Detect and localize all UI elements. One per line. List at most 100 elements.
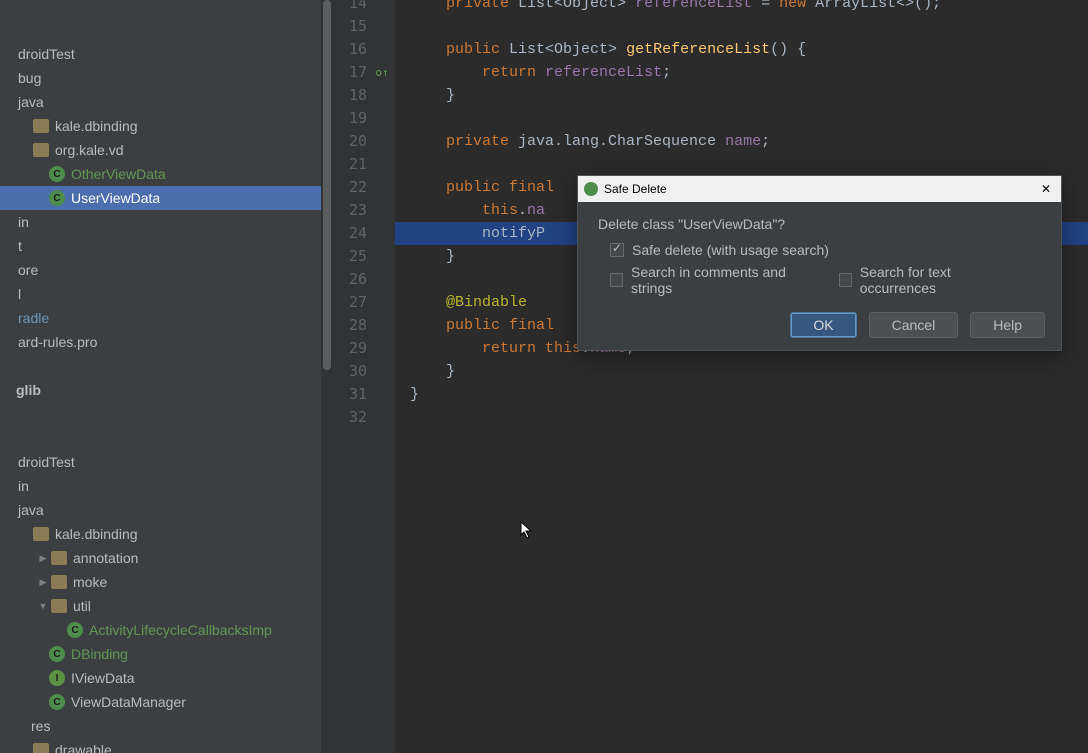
dialog-title-bar[interactable]: Safe Delete ✕ — [578, 176, 1061, 202]
gutter-line-23[interactable]: 23 — [333, 199, 395, 222]
sidebar-item-java[interactable]: java — [0, 90, 333, 114]
sidebar-item-UserViewData[interactable]: CUserViewData — [0, 186, 333, 210]
search-comments-label: Search in comments and strings — [631, 264, 815, 296]
gutter-line-27[interactable]: 27 — [333, 291, 395, 314]
package-icon — [33, 743, 49, 753]
sidebar-item-label: res — [31, 718, 50, 734]
dialog-message: Delete class "UserViewData"? — [598, 216, 1041, 232]
code-line[interactable] — [395, 153, 1088, 176]
sidebar-item-label: kale.dbinding — [55, 118, 138, 134]
sidebar-item-label: drawable — [55, 742, 112, 753]
cancel-button[interactable]: Cancel — [869, 312, 959, 338]
sidebar-item-label: IViewData — [71, 670, 135, 686]
dialog-title: Safe Delete — [604, 182, 667, 196]
sidebar-item-radle[interactable]: radle — [0, 306, 333, 330]
code-line[interactable]: } — [395, 360, 1088, 383]
sidebar-item-ore[interactable]: ore — [0, 258, 333, 282]
sidebar-item-label: java — [18, 94, 44, 110]
sidebar-item-in[interactable]: in — [0, 474, 333, 498]
override-marker-icon[interactable]: o↑ — [375, 65, 389, 79]
sidebar-item-label: droidTest — [18, 46, 75, 62]
gutter-line-31[interactable]: 31 — [333, 383, 395, 406]
sidebar-item-drawable[interactable]: drawable — [0, 738, 333, 753]
gutter-line-16[interactable]: 16 — [333, 38, 395, 61]
gutter-line-29[interactable]: 29 — [333, 337, 395, 360]
gutter-line-32[interactable]: 32 — [333, 406, 395, 429]
sidebar-item-gap — [0, 402, 333, 426]
gutter-line-19[interactable]: 19 — [333, 107, 395, 130]
sidebar-item-label: in — [18, 214, 29, 230]
sidebar-item-label: glib — [16, 382, 41, 398]
sidebar-item-gap — [0, 426, 333, 450]
code-line[interactable]: return referenceList; — [395, 61, 1088, 84]
expand-icon[interactable]: ▶ — [35, 553, 51, 564]
gutter-line-30[interactable]: 30 — [333, 360, 395, 383]
search-comments-checkbox[interactable] — [610, 273, 623, 287]
gutter-line-26[interactable]: 26 — [333, 268, 395, 291]
app-icon — [584, 182, 598, 196]
sidebar-item-label: OtherViewData — [71, 166, 166, 182]
safe-delete-checkbox[interactable] — [610, 243, 624, 257]
code-editor[interactable]: private List<Object> referenceList = new… — [395, 0, 1088, 753]
class-icon: C — [49, 646, 65, 662]
gutter-line-17[interactable]: 17o↑ — [333, 61, 395, 84]
sidebar-item-res[interactable]: res — [0, 714, 333, 738]
code-line[interactable]: public List<Object> getReferenceList() { — [395, 38, 1088, 61]
sidebar-item-bug[interactable]: bug — [0, 66, 333, 90]
sidebar-item-IViewData[interactable]: IIViewData — [0, 666, 333, 690]
gutter-line-24[interactable]: 24 — [333, 222, 395, 245]
sidebar-item-in[interactable]: in — [0, 210, 333, 234]
sidebar-item-util[interactable]: ▼ util — [0, 594, 333, 618]
sidebar-scroll-thumb[interactable] — [323, 0, 331, 370]
gutter-line-15[interactable]: 15 — [333, 15, 395, 38]
close-icon[interactable]: ✕ — [1037, 180, 1055, 198]
class-icon: C — [49, 694, 65, 710]
package-icon — [33, 143, 49, 157]
sidebar-item-droidTest[interactable]: droidTest — [0, 450, 333, 474]
sidebar-item-ViewDataManager[interactable]: C ViewDataManager — [0, 690, 333, 714]
sidebar-item-annotation[interactable]: ▶ annotation — [0, 546, 333, 570]
gutter-line-20[interactable]: 20 — [333, 130, 395, 153]
sidebar-item-glib[interactable]: glib — [0, 378, 333, 402]
package-icon — [33, 119, 49, 133]
expand-icon[interactable]: ▼ — [35, 601, 51, 611]
sidebar-item-label: droidTest — [18, 454, 75, 470]
sidebar-item-label: ore — [18, 262, 38, 278]
sidebar-item-label: org.kale.vd — [55, 142, 123, 158]
sidebar-item-OtherViewData[interactable]: COtherViewData — [0, 162, 333, 186]
sidebar-item-org.kale.vd[interactable]: org.kale.vd — [0, 138, 333, 162]
sidebar-scrollbar[interactable] — [321, 0, 333, 753]
gutter-line-28[interactable]: 28 — [333, 314, 395, 337]
sidebar-item-label: radle — [18, 310, 49, 326]
search-text-checkbox[interactable] — [839, 273, 852, 287]
code-line[interactable]: private java.lang.CharSequence name; — [395, 130, 1088, 153]
sidebar-item-DBinding[interactable]: CDBinding — [0, 642, 333, 666]
sidebar-item-t[interactable]: t — [0, 234, 333, 258]
sidebar-item-ard-rules.pro[interactable]: ard-rules.pro — [0, 330, 333, 354]
gutter-line-21[interactable]: 21 — [333, 153, 395, 176]
sidebar-item-label: annotation — [73, 550, 138, 566]
code-line[interactable] — [395, 107, 1088, 130]
gutter-line-22[interactable]: 22 — [333, 176, 395, 199]
code-line[interactable] — [395, 15, 1088, 38]
sidebar-item-l[interactable]: l — [0, 282, 333, 306]
sidebar-item-kale.dbinding[interactable]: kale.dbinding — [0, 114, 333, 138]
sidebar-item-label: util — [73, 598, 91, 614]
sidebar-item-droidTest[interactable]: droidTest — [0, 42, 333, 66]
sidebar-item-java[interactable]: java — [0, 498, 333, 522]
ok-button[interactable]: OK — [790, 312, 856, 338]
expand-icon[interactable]: ▶ — [35, 577, 51, 588]
sidebar-item-gap — [0, 354, 333, 378]
sidebar-item-kale.dbinding[interactable]: kale.dbinding — [0, 522, 333, 546]
sidebar-item-ActivityLifecycleCallbacksImp[interactable]: CActivityLifecycleCallbacksImp — [0, 618, 333, 642]
gutter-line-25[interactable]: 25 — [333, 245, 395, 268]
code-line[interactable]: } — [395, 383, 1088, 406]
help-button[interactable]: Help — [970, 312, 1045, 338]
sidebar-item-label: ViewDataManager — [71, 694, 186, 710]
sidebar-item-moke[interactable]: ▶moke — [0, 570, 333, 594]
gutter-line-18[interactable]: 18 — [333, 84, 395, 107]
code-line[interactable]: private List<Object> referenceList = new… — [395, 0, 1088, 15]
sidebar-item-label: in — [18, 478, 29, 494]
code-line[interactable]: } — [395, 84, 1088, 107]
gutter-line-14[interactable]: 14 — [333, 0, 395, 15]
